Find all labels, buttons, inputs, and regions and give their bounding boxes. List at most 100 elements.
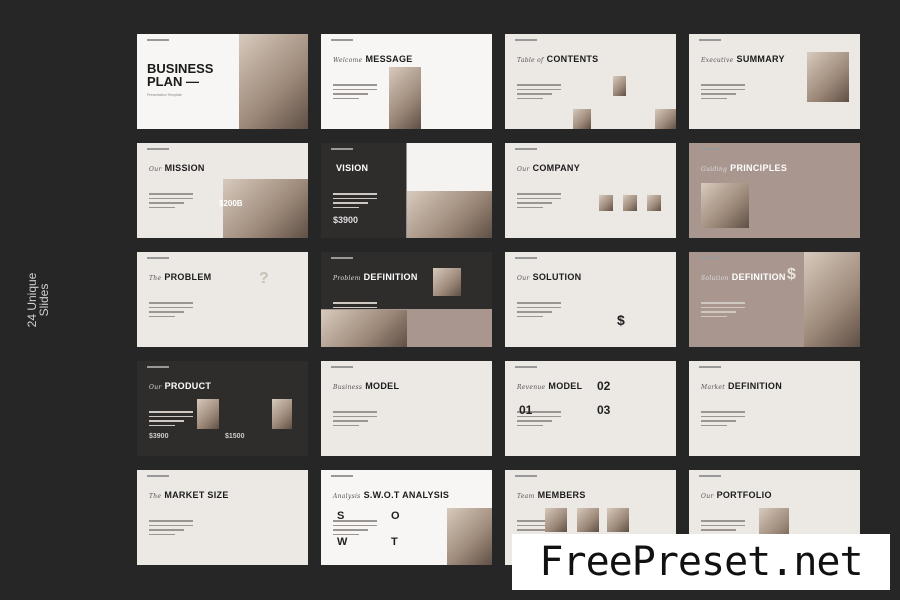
slide-title-text: CONTENTS [546, 54, 599, 64]
cover-title: BUSINESS PLAN — [147, 61, 214, 89]
slide-highlight-text: S [337, 510, 345, 522]
body-text-lines [517, 193, 561, 211]
slide-header [515, 39, 537, 41]
slide-thumbnail[interactable]: Solution DEFINITION $ [689, 252, 860, 347]
slide-thumbnail[interactable]: Table of CONTENTS [505, 34, 676, 129]
slide-title-text: SOLUTION [532, 272, 582, 282]
slide-title-text: COMPANY [532, 163, 580, 173]
slide-script-word: The [149, 275, 162, 282]
slide-script-word: Our [517, 166, 530, 173]
slide-thumbnail[interactable]: BUSINESS PLAN — Presentation Template [137, 34, 308, 129]
slide-title: Business MODEL [333, 381, 399, 391]
slide-header [699, 475, 721, 477]
slide-header [147, 39, 169, 41]
slide-title: Welcome MESSAGE [333, 54, 413, 64]
slide-photo [239, 34, 308, 129]
slide-title: Table of CONTENTS [517, 54, 598, 64]
slide-title: Analysis S.W.O.T ANALYSIS [333, 490, 449, 500]
body-text-lines [701, 302, 745, 320]
body-text-lines [701, 411, 745, 429]
slide-header [699, 39, 721, 41]
slide-thumbnail[interactable]: Problem DEFINITION [321, 252, 492, 347]
slide-thumbnail[interactable]: The PROBLEM? [137, 252, 308, 347]
slide-highlight-text: T [391, 536, 398, 548]
slide-thumbnail[interactable]: Welcome MESSAGE [321, 34, 492, 129]
slide-script-word: Team [517, 493, 535, 500]
slide-header [331, 475, 353, 477]
body-text-lines [333, 193, 377, 211]
watermark-text: FreePreset.net [539, 539, 863, 585]
slide-thumbnail[interactable]: Business MODEL [321, 361, 492, 456]
slide-header [331, 148, 353, 150]
slide-thumbnail[interactable]: Market DEFINITION [689, 361, 860, 456]
slide-title-text: MISSION [164, 163, 205, 173]
watermark: FreePreset.net [512, 534, 890, 590]
slide-photo [223, 179, 308, 238]
slide-photo [389, 67, 421, 129]
body-text-lines [333, 411, 377, 429]
slide-thumbnail[interactable]: VISION $3900 [321, 143, 492, 238]
slide-header [331, 366, 353, 368]
body-text-lines [149, 411, 193, 429]
slide-header [515, 148, 537, 150]
slide-script-word: Guiding [701, 166, 728, 173]
slide-title-text: MODEL [548, 381, 583, 391]
slide-highlight-text: $200B [219, 199, 243, 208]
slide-highlight-text: $1500 [225, 433, 245, 440]
slide-highlight-text: $3900 [149, 433, 169, 440]
slide-photo [321, 310, 407, 347]
slide-highlight-text: 01 [519, 403, 533, 417]
body-text-lines [149, 520, 193, 538]
slide-photo [804, 252, 860, 347]
slide-thumbnail-grid: BUSINESS PLAN — Presentation Template Welc… [137, 34, 860, 565]
slide-thumbnail[interactable]: Executive SUMMARY [689, 34, 860, 129]
slide-header [515, 475, 537, 477]
slide-script-word: Welcome [333, 57, 363, 64]
slide-thumbnail[interactable]: Revenue MODEL 01 02 03 [505, 361, 676, 456]
slide-count-label: 24 Unique Slides [25, 273, 51, 328]
slide-header [331, 257, 353, 259]
slide-title: The PROBLEM [149, 272, 211, 282]
body-text-lines [517, 302, 561, 320]
slide-script-word: Analysis [333, 493, 361, 500]
slide-thumbnail[interactable]: The MARKET SIZE [137, 470, 308, 565]
slide-thumbnail[interactable]: Analysis S.W.O.T ANALYSIS S O W T [321, 470, 492, 565]
slide-header [699, 148, 721, 150]
slide-thumbnail[interactable]: Guiding PRINCIPLES [689, 143, 860, 238]
slide-title: Our PRODUCT [149, 381, 211, 391]
slide-header [147, 148, 169, 150]
slide-photo [545, 508, 567, 532]
slide-photo [701, 183, 749, 228]
slide-title-text: PRINCIPLES [730, 163, 788, 173]
slide-header [515, 257, 537, 259]
body-text-lines [701, 84, 745, 102]
slide-photo [407, 191, 492, 238]
slide-highlight-text: 03 [597, 403, 611, 417]
slide-title: Revenue MODEL [517, 381, 582, 391]
slide-thumbnail[interactable]: Our PRODUCT $3900 $1500 [137, 361, 308, 456]
slide-title: Team MEMBERS [517, 490, 586, 500]
slide-header [331, 39, 353, 41]
slide-thumbnail[interactable]: Our SOLUTION $ [505, 252, 676, 347]
slide-photo [647, 195, 661, 211]
slide-header [515, 366, 537, 368]
body-text-lines [333, 84, 377, 102]
slide-thumbnail[interactable]: Our COMPANY [505, 143, 676, 238]
slide-highlight-text: ? [259, 270, 269, 287]
slide-highlight-text: W [337, 536, 348, 548]
slide-script-word: Solution [701, 275, 729, 282]
slide-title: Market DEFINITION [701, 381, 782, 391]
slide-thumbnail[interactable]: Our MISSION $200B [137, 143, 308, 238]
slide-title: VISION [333, 163, 368, 173]
slide-script-word: Our [517, 275, 530, 282]
body-text-lines [517, 84, 561, 102]
slide-script-word: Our [149, 384, 162, 391]
slide-title-text: PRODUCT [164, 381, 212, 391]
slide-title: Guiding PRINCIPLES [701, 163, 787, 173]
slide-title-text: S.W.O.T ANALYSIS [363, 490, 450, 500]
slide-highlight-text: 02 [597, 379, 611, 393]
slide-highlight-text: O [391, 510, 400, 522]
slide-title-text: MEMBERS [537, 490, 586, 500]
slide-header [147, 475, 169, 477]
slide-script-word: Market [701, 384, 725, 391]
